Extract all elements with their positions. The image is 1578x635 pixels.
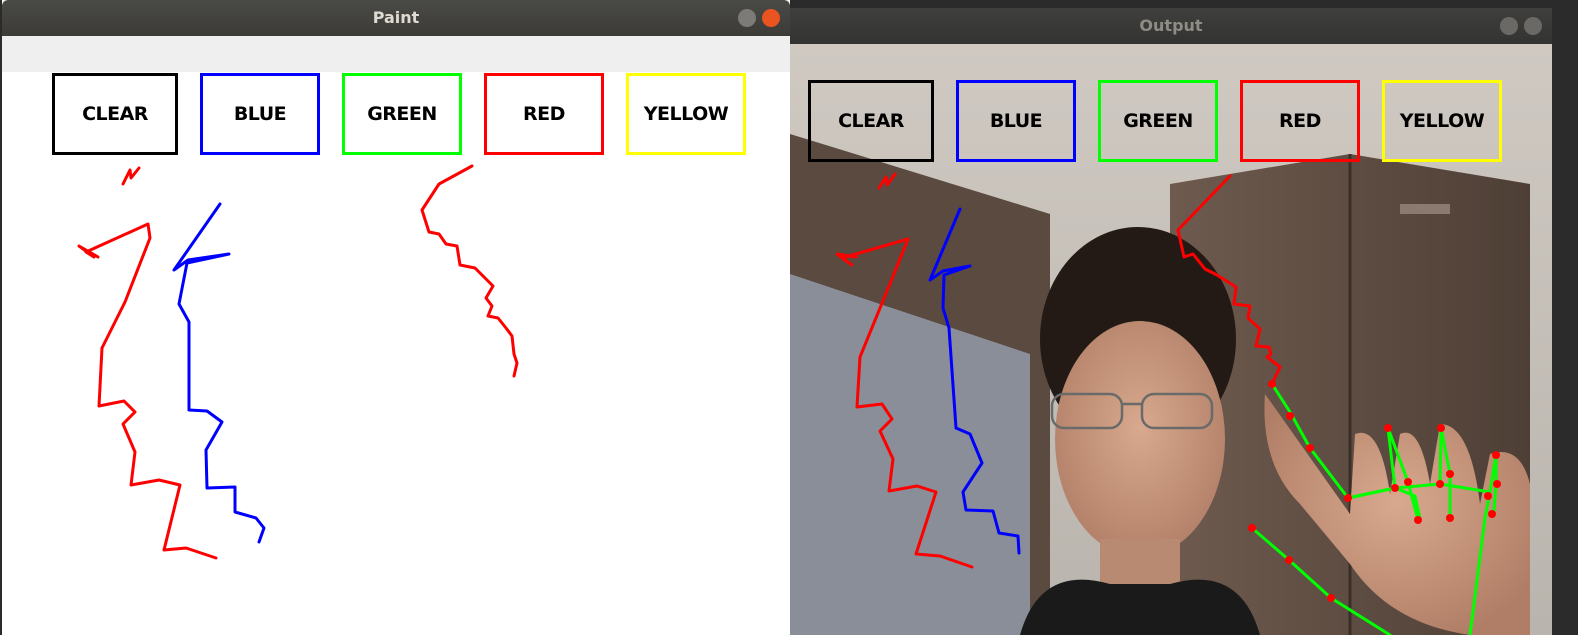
- yellow-button[interactable]: YELLOW: [1382, 80, 1502, 162]
- green-button[interactable]: GREEN: [1098, 80, 1218, 162]
- paint-window: Paint CLEAR BLUE GREEN RED YELLOW: [2, 0, 790, 635]
- paint-menubar: [2, 36, 790, 72]
- green-button[interactable]: GREEN: [342, 73, 462, 155]
- red-button[interactable]: RED: [484, 73, 604, 155]
- blue-stroke: [172, 202, 266, 544]
- red-stroke: [121, 166, 141, 186]
- minimize-icon[interactable]: [1500, 17, 1518, 35]
- red-stroke: [420, 164, 519, 378]
- red-stroke: [77, 222, 218, 560]
- minimize-icon[interactable]: [738, 9, 756, 27]
- close-icon[interactable]: [762, 9, 780, 27]
- clear-button[interactable]: CLEAR: [52, 73, 178, 155]
- shirt: [1020, 579, 1260, 635]
- output-titlebar[interactable]: Output: [790, 8, 1552, 44]
- paint-titlebar[interactable]: Paint: [2, 0, 790, 36]
- paint-title: Paint: [372, 8, 420, 27]
- blue-button[interactable]: BLUE: [200, 73, 320, 155]
- paint-canvas[interactable]: CLEAR BLUE GREEN RED YELLOW: [2, 72, 790, 635]
- red-button[interactable]: RED: [1240, 80, 1360, 162]
- face: [1055, 321, 1225, 557]
- paint-strokes: [77, 164, 519, 560]
- clear-button[interactable]: CLEAR: [808, 80, 934, 162]
- output-window: Output CLEAR BLUE GREEN RED YELLOW: [790, 8, 1552, 635]
- yellow-button[interactable]: YELLOW: [626, 73, 746, 155]
- close-icon[interactable]: [1524, 17, 1542, 35]
- output-title: Output: [1139, 16, 1203, 35]
- webcam-feed: CLEAR BLUE GREEN RED YELLOW: [790, 44, 1552, 635]
- blue-button[interactable]: BLUE: [956, 80, 1076, 162]
